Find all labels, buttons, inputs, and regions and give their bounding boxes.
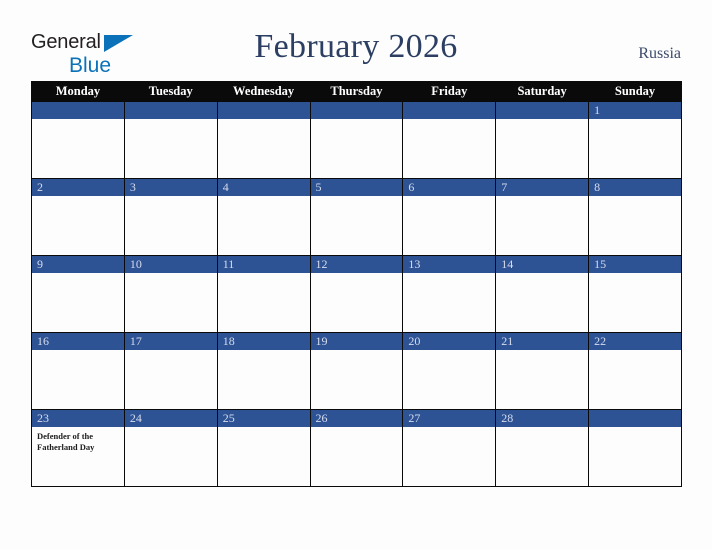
calendar-day-cell[interactable]: 19 [309,332,404,410]
day-number: 3 [124,179,217,196]
weekday-header-saturday: Saturday [495,81,590,102]
calendar-week-row: 9 10 11 12 13 14 15 [31,255,682,333]
calendar-body: 1 2 3 4 5 6 7 8 9 10 11 12 13 14 15 16 17 18 19 20 21 22 23 Def… [31,101,682,487]
page-title: February 2026 [254,28,458,65]
day-number: 20 [403,333,496,350]
calendar-day-cell[interactable]: 10 [123,255,218,333]
calendar-day-cell[interactable]: 28 [495,409,590,487]
day-number: 15 [589,256,681,273]
day-number: 14 [496,256,589,273]
calendar-day-cell[interactable]: 26 [309,409,404,487]
calendar-day-cell[interactable]: 23 Defender of the Fatherland Day [31,409,125,487]
day-number: 10 [124,256,217,273]
day-number: 19 [310,333,403,350]
day-number [217,102,310,119]
calendar-day-cell[interactable]: 8 [588,178,682,256]
day-number: 24 [124,410,217,427]
calendar-day-cell[interactable]: 27 [402,409,497,487]
day-number [589,410,681,427]
day-number [124,102,217,119]
day-number: 2 [32,179,124,196]
calendar-week-row: 16 17 18 19 20 21 22 [31,332,682,410]
calendar-day-cell[interactable]: 16 [31,332,125,410]
calendar-day-cell[interactable]: 14 [495,255,590,333]
day-number: 28 [496,410,589,427]
calendar-day-cell[interactable]: 6 [402,178,497,256]
calendar-day-cell[interactable]: 15 [588,255,682,333]
day-number [310,102,403,119]
calendar-empty-cell[interactable] [309,101,404,179]
holiday-label: Defender of the Fatherland Day [37,431,95,452]
day-number: 5 [310,179,403,196]
calendar-empty-cell[interactable] [31,101,125,179]
day-number: 18 [217,333,310,350]
calendar-day-cell[interactable]: 11 [216,255,311,333]
day-number: 4 [217,179,310,196]
calendar-day-cell[interactable]: 1 [588,101,682,179]
day-number: 7 [496,179,589,196]
calendar-day-cell[interactable]: 17 [123,332,218,410]
day-number: 21 [496,333,589,350]
day-number: 25 [217,410,310,427]
day-number: 22 [589,333,681,350]
page-header: General Blue February 2026 Russia [0,0,712,78]
calendar-day-cell[interactable]: 21 [495,332,590,410]
calendar-grid: Monday Tuesday Wednesday Thursday Friday Satu… [31,81,682,487]
weekday-header-monday: Monday [31,81,125,102]
day-number: 23 [32,410,124,427]
weekday-header-sunday: Sunday [588,81,682,102]
calendar-day-cell[interactable]: 9 [31,255,125,333]
calendar-day-cell[interactable]: 22 [588,332,682,410]
calendar-day-cell[interactable]: 2 [31,178,125,256]
calendar-day-cell[interactable]: 13 [402,255,497,333]
weekday-header-thursday: Thursday [309,81,404,102]
day-events: Defender of the Fatherland Day [32,427,124,453]
day-number: 13 [403,256,496,273]
calendar-day-cell[interactable]: 4 [216,178,311,256]
weekday-header-friday: Friday [402,81,497,102]
calendar-empty-cell[interactable] [495,101,590,179]
calendar-empty-cell[interactable] [402,101,497,179]
day-number: 16 [32,333,124,350]
day-number: 11 [217,256,310,273]
calendar-empty-cell[interactable] [123,101,218,179]
day-number [403,102,496,119]
calendar-day-cell[interactable]: 12 [309,255,404,333]
weekday-header-wednesday: Wednesday [216,81,311,102]
day-number: 9 [32,256,124,273]
weekday-header-tuesday: Tuesday [123,81,218,102]
calendar-week-row: 2345678 [31,178,682,256]
weekday-header-row: Monday Tuesday Wednesday Thursday Friday Satu… [31,81,682,102]
calendar-day-cell[interactable]: 24 [123,409,218,487]
calendar-day-cell[interactable]: 25 [216,409,311,487]
day-number: 6 [403,179,496,196]
calendar-day-cell[interactable]: 7 [495,178,590,256]
calendar-empty-cell[interactable] [588,409,682,487]
day-number: 8 [589,179,681,196]
country-label: Russia [638,45,681,62]
calendar-empty-cell[interactable] [216,101,311,179]
day-number: 17 [124,333,217,350]
day-number: 12 [310,256,403,273]
calendar-page: General Blue February 2026 Russia Monday… [0,0,712,550]
day-number: 26 [310,410,403,427]
calendar-week-row: 23 Defender of the Fatherland Day 24 25 26 27… [31,409,682,487]
calendar-day-cell[interactable]: 20 [402,332,497,410]
calendar-day-cell[interactable]: 18 [216,332,311,410]
day-number: 1 [589,102,681,119]
day-number [496,102,589,119]
day-number [32,102,124,119]
calendar-week-row: 1 [31,101,682,179]
calendar-day-cell[interactable]: 5 [309,178,404,256]
calendar-day-cell[interactable]: 3 [123,178,218,256]
day-number: 27 [403,410,496,427]
